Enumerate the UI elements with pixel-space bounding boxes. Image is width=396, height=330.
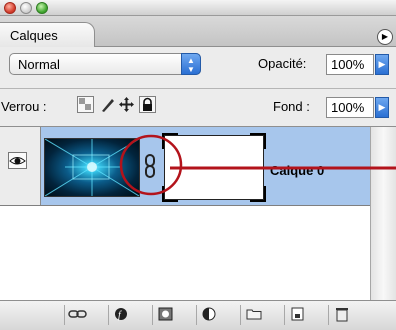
annotation-circle	[119, 134, 183, 196]
layer-style-icon: f	[114, 308, 127, 321]
add-mask-icon	[158, 307, 172, 321]
new-group-button[interactable]	[240, 305, 266, 325]
delete-layer-button[interactable]	[328, 305, 354, 325]
adjustment-layer-button[interactable]	[196, 305, 222, 325]
add-mask-button[interactable]	[152, 305, 178, 325]
new-layer-icon	[291, 307, 303, 321]
adjustment-layer-icon	[202, 307, 215, 321]
link-layers-icon	[67, 310, 87, 318]
new-layer-button[interactable]	[284, 305, 310, 325]
new-group-icon	[246, 309, 261, 320]
link-layers-button[interactable]	[64, 305, 90, 325]
annotation-overlay	[119, 134, 396, 196]
delete-layer-icon	[335, 308, 348, 322]
layer-style-button[interactable]: f	[108, 305, 134, 325]
